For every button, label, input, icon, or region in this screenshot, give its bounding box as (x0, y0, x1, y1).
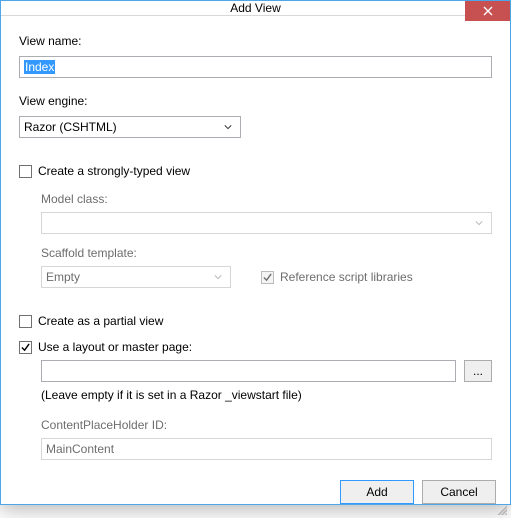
model-class-select (41, 212, 492, 234)
scaffold-label: Scaffold template: (41, 246, 492, 260)
add-view-dialog: Add View View name: Index View engine: R… (0, 0, 511, 505)
placeholder-id-input: MainContent (41, 438, 492, 460)
dialog-title: Add View (1, 1, 510, 15)
model-class-label: Model class: (41, 192, 492, 206)
reference-scripts-label: Reference script libraries (280, 270, 413, 284)
reference-scripts-row: Reference script libraries (261, 270, 413, 284)
close-icon (483, 6, 493, 16)
chevron-down-icon (220, 124, 236, 130)
dialog-footer: Add Cancel (1, 470, 510, 518)
scaffold-select: Empty (41, 266, 231, 288)
partial-view-label: Create as a partial view (38, 314, 163, 328)
chevron-down-icon (210, 274, 226, 280)
strongly-typed-section: Model class: Scaffold template: Empty Re… (19, 184, 492, 288)
add-button[interactable]: Add (340, 480, 414, 504)
placeholder-id-label: ContentPlaceHolder ID: (41, 418, 492, 432)
strongly-typed-checkbox[interactable] (19, 165, 32, 178)
partial-view-row[interactable]: Create as a partial view (19, 314, 492, 328)
strongly-typed-label: Create a strongly-typed view (38, 164, 190, 178)
titlebar: Add View (1, 1, 510, 16)
use-layout-checkbox[interactable] (19, 341, 32, 354)
use-layout-row[interactable]: Use a layout or master page: (19, 340, 492, 354)
browse-button[interactable]: ... (464, 360, 492, 382)
view-name-value: Index (24, 60, 55, 74)
scaffold-value: Empty (46, 270, 80, 284)
partial-view-checkbox[interactable] (19, 315, 32, 328)
dialog-body: View name: Index View engine: Razor (CSH… (1, 16, 510, 470)
view-engine-label: View engine: (19, 94, 492, 108)
view-engine-value: Razor (CSHTML) (24, 120, 117, 134)
use-layout-label: Use a layout or master page: (38, 340, 192, 354)
chevron-down-icon (471, 220, 487, 226)
view-name-input[interactable]: Index (19, 56, 492, 78)
layout-section: ... (Leave empty if it is set in a Razor… (19, 360, 492, 460)
cancel-button[interactable]: Cancel (422, 480, 496, 504)
reference-scripts-checkbox (261, 271, 274, 284)
view-name-label: View name: (19, 34, 492, 48)
view-engine-select[interactable]: Razor (CSHTML) (19, 116, 241, 138)
close-button[interactable] (465, 1, 510, 21)
placeholder-id-value: MainContent (46, 442, 114, 456)
browse-label: ... (473, 364, 483, 378)
layout-path-input[interactable] (41, 360, 456, 382)
strongly-typed-row[interactable]: Create a strongly-typed view (19, 164, 492, 178)
layout-hint: (Leave empty if it is set in a Razor _vi… (41, 388, 492, 402)
